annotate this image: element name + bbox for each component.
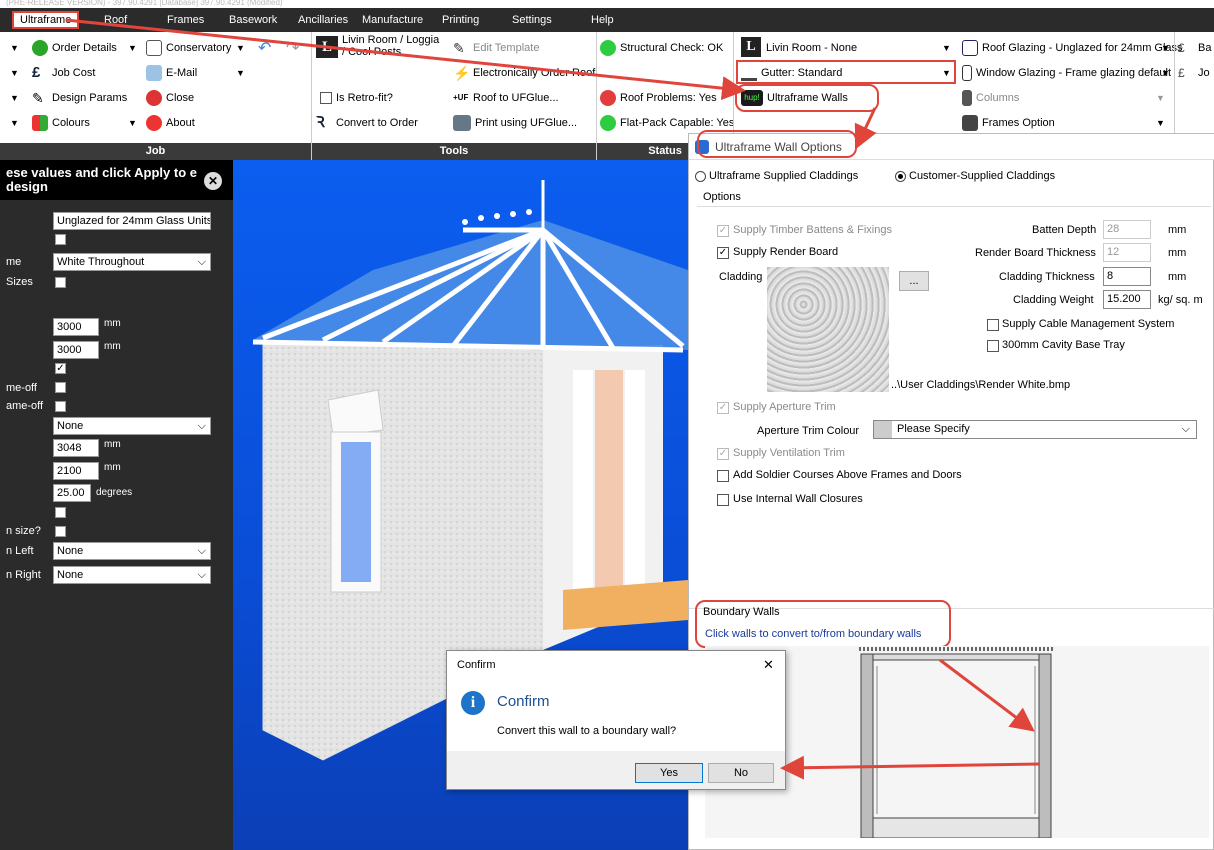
annotation-arrows bbox=[65, 18, 1041, 780]
